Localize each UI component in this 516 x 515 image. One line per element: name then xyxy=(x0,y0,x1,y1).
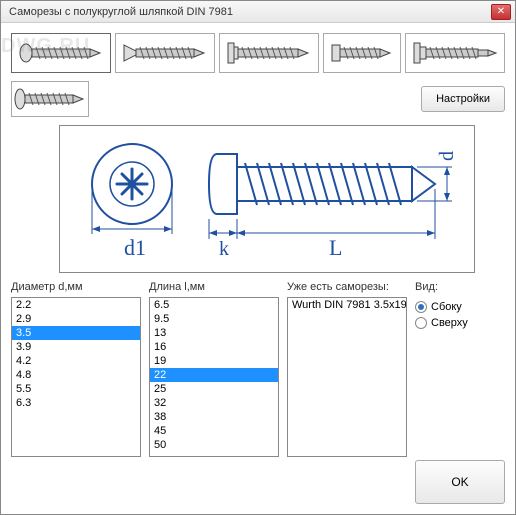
countersunk-screw-icon xyxy=(122,41,208,65)
window-title: Саморезы с полукруглой шляпкой DIN 7981 xyxy=(5,6,491,18)
list-item[interactable]: 45 xyxy=(150,424,278,438)
dialog-window: Саморезы с полукруглой шляпкой DIN 7981 … xyxy=(0,0,516,515)
list-item[interactable]: 38 xyxy=(150,410,278,424)
screw-type-row-1 xyxy=(11,33,505,73)
list-item[interactable]: 6.5 xyxy=(150,298,278,312)
pan-head-screw-icon xyxy=(18,41,104,65)
list-item[interactable]: 3.5 xyxy=(12,326,140,340)
flange-drill-screw-icon xyxy=(412,41,498,65)
list-item[interactable]: Wurth DIN 7981 3.5x19 xyxy=(288,298,406,312)
close-button[interactable]: ✕ xyxy=(491,4,511,20)
diameter-label: Диаметр d,мм xyxy=(11,281,141,295)
existing-listbox[interactable]: Wurth DIN 7981 3.5x19 xyxy=(287,297,407,457)
hex-washer-screw-icon xyxy=(226,41,312,65)
view-column: Вид: Сбоку Сверху OK xyxy=(415,281,505,504)
length-listbox[interactable]: 6.59.5131619222532384550 xyxy=(149,297,279,457)
screw-type-cylinder[interactable] xyxy=(323,33,401,73)
view-side-text: Сбоку xyxy=(431,301,462,313)
length-label: Длина l,мм xyxy=(149,281,279,295)
view-radio-group: Сбоку Сверху xyxy=(415,299,505,331)
view-radio-side[interactable]: Сбоку xyxy=(415,301,505,313)
screw-diagram-icon: d1 xyxy=(72,129,462,269)
list-item[interactable]: 13 xyxy=(150,326,278,340)
view-top-text: Сверху xyxy=(431,317,468,329)
screw-type-pan-head[interactable] xyxy=(11,33,111,73)
list-item[interactable]: 4.8 xyxy=(12,368,140,382)
length-column: Длина l,мм 6.59.5131619222532384550 xyxy=(149,281,279,504)
list-item[interactable]: 2.9 xyxy=(12,312,140,326)
list-item[interactable]: 19 xyxy=(150,354,278,368)
screw-type-countersunk[interactable] xyxy=(115,33,215,73)
diagram-label-d1: d1 xyxy=(124,235,146,260)
screw-type-row-2: Настройки xyxy=(11,81,505,117)
screw-type-flange-drill[interactable] xyxy=(405,33,505,73)
ok-button[interactable]: OK xyxy=(415,460,505,504)
diameter-listbox[interactable]: 2.22.93.53.94.24.85.56.3 xyxy=(11,297,141,457)
radio-icon xyxy=(415,301,427,313)
content-area: DWG.RU xyxy=(1,23,515,514)
existing-column: Уже есть саморезы: Wurth DIN 7981 3.5x19 xyxy=(287,281,407,504)
bottom-panel: Диаметр d,мм 2.22.93.53.94.24.85.56.3 Дл… xyxy=(11,281,505,504)
technical-diagram: d1 xyxy=(59,125,475,273)
close-icon: ✕ xyxy=(497,6,505,17)
list-item[interactable]: 5.5 xyxy=(12,382,140,396)
screw-type-hex-washer[interactable] xyxy=(219,33,319,73)
list-item[interactable]: 4.2 xyxy=(12,354,140,368)
list-item[interactable]: 16 xyxy=(150,340,278,354)
diagram-label-k: k xyxy=(219,238,229,260)
settings-button[interactable]: Настройки xyxy=(421,86,505,112)
list-item[interactable]: 3.9 xyxy=(12,340,140,354)
diameter-column: Диаметр d,мм 2.22.93.53.94.24.85.56.3 xyxy=(11,281,141,504)
washer-head-screw-icon xyxy=(14,88,86,110)
view-radio-top[interactable]: Сверху xyxy=(415,317,505,329)
list-item[interactable]: 22 xyxy=(150,368,278,382)
diagram-label-L: L xyxy=(329,235,342,260)
list-item[interactable]: 32 xyxy=(150,396,278,410)
list-item[interactable]: 2.2 xyxy=(12,298,140,312)
list-item[interactable]: 25 xyxy=(150,382,278,396)
existing-label: Уже есть саморезы: xyxy=(287,281,407,295)
list-item[interactable]: 50 xyxy=(150,438,278,452)
view-label: Вид: xyxy=(415,281,505,295)
radio-icon xyxy=(415,317,427,329)
diagram-label-d: d xyxy=(436,151,458,161)
screw-type-washer-head[interactable] xyxy=(11,81,89,117)
list-item[interactable]: 9.5 xyxy=(150,312,278,326)
cylinder-screw-icon xyxy=(330,41,394,65)
titlebar: Саморезы с полукруглой шляпкой DIN 7981 … xyxy=(1,1,515,23)
list-item[interactable]: 6.3 xyxy=(12,396,140,410)
